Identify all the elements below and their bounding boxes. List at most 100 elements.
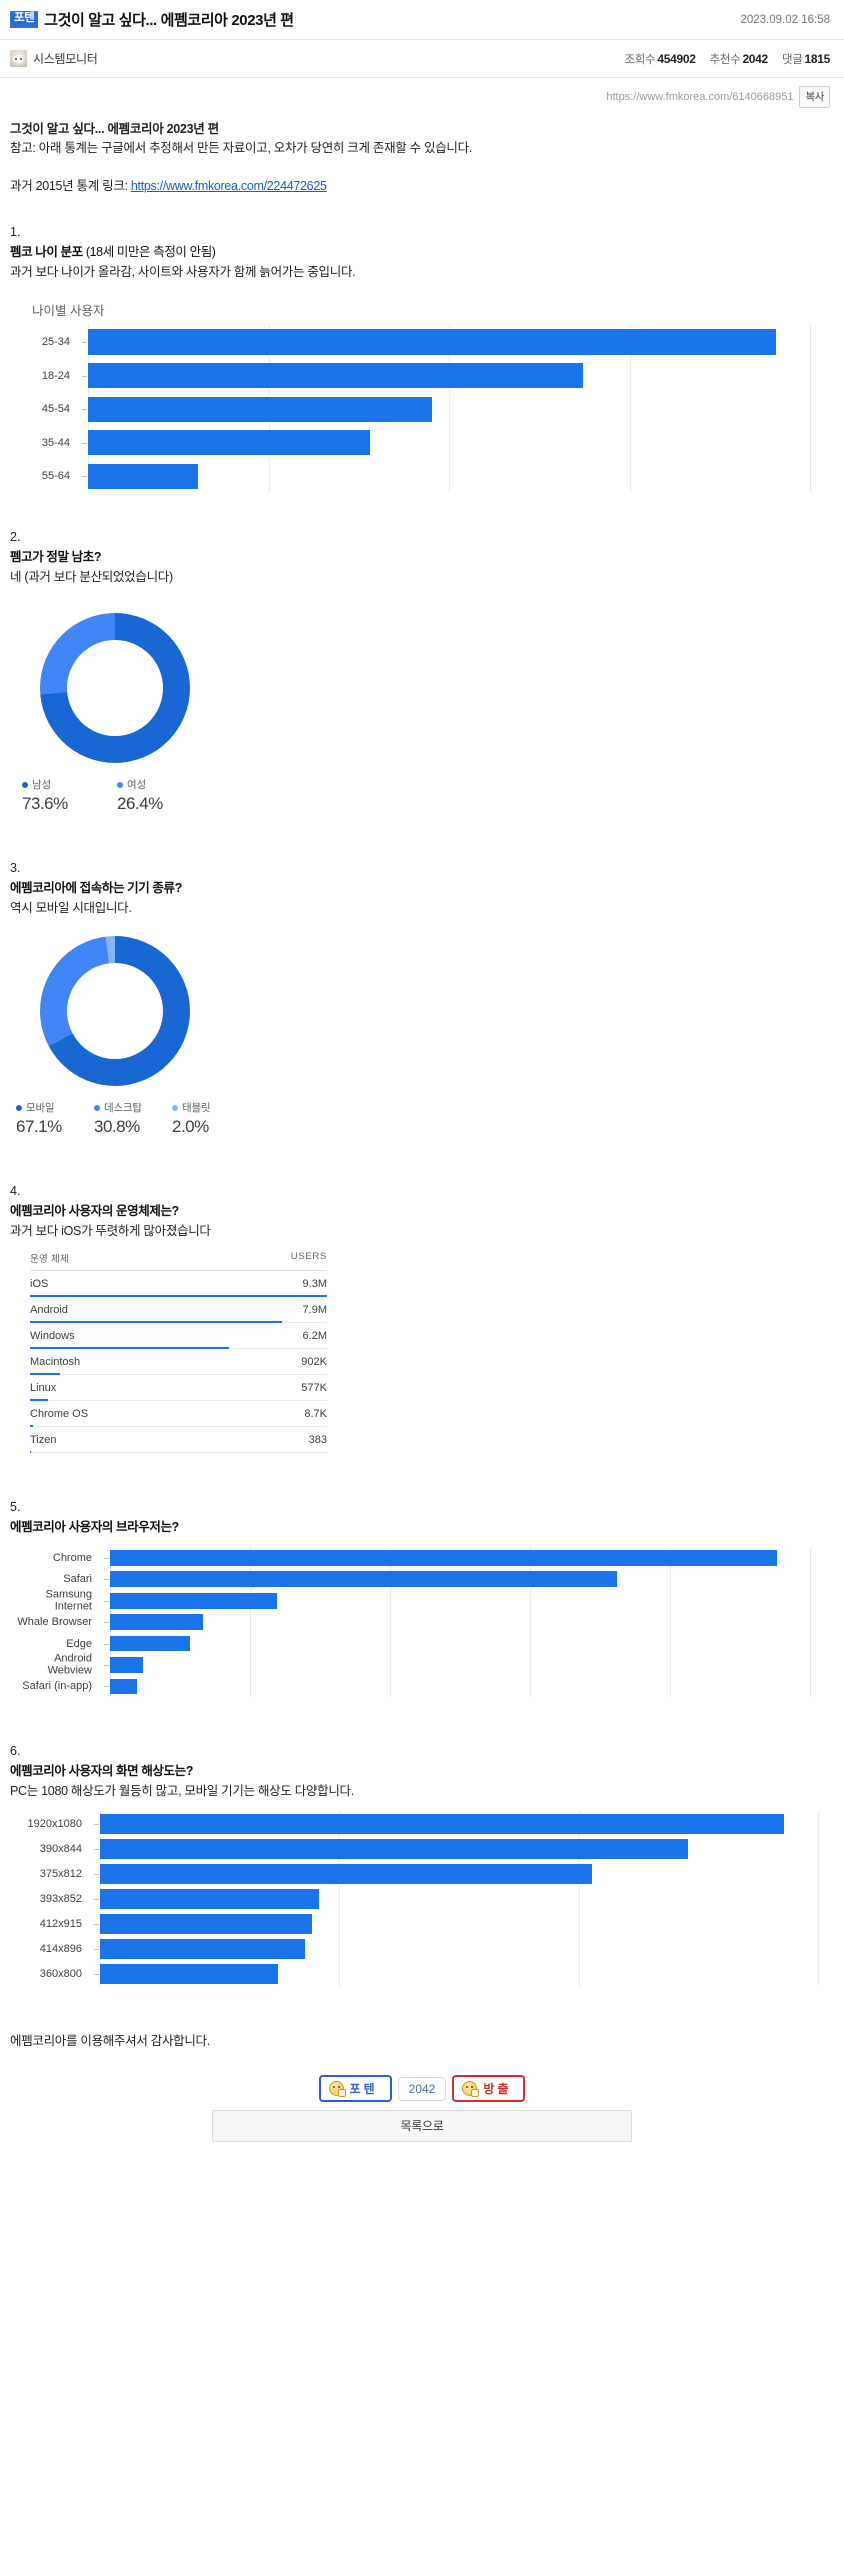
- page-title: 그것이 알고 싶다... 에펨코리아 2023년 편: [44, 12, 294, 29]
- legend-item: 여성 26.4%: [117, 777, 212, 814]
- axis-tick: [94, 1923, 99, 1925]
- author-block[interactable]: 시스템모니터: [10, 50, 98, 67]
- bar-label: 25-34: [41, 335, 70, 348]
- section-1-question-main: 펨코 나이 분포: [10, 245, 83, 260]
- section-2-comment: 네 (과거 보다 분산되었었습니다): [10, 570, 173, 585]
- bar: [110, 1592, 277, 1609]
- os-users: 7.9M: [302, 1303, 327, 1316]
- axis-tick: [94, 1898, 99, 1900]
- legend-item: 모바일 67.1%: [16, 1100, 94, 1137]
- axis-tick: [104, 1686, 109, 1688]
- section-5-number: 5.: [10, 1500, 21, 1515]
- legend-value: 2.0%: [172, 1117, 209, 1137]
- bar: [100, 1813, 784, 1834]
- stat-views-label: 조회수: [624, 53, 656, 66]
- section-3-comment: 역시 모바일 시대입니다.: [10, 901, 132, 916]
- stat-likes: 추천수 2042: [709, 51, 769, 67]
- bar: [88, 362, 584, 389]
- browser-chart-plot: Chrome Safari Samsung Internet Whale Browse…: [10, 1547, 834, 1698]
- hot-badge: 포텐: [10, 11, 39, 28]
- bar: [100, 1863, 593, 1884]
- downvote-button[interactable]: 방출: [452, 2075, 526, 2103]
- device-donut-ring: [40, 936, 190, 1087]
- legend-label: 남성: [32, 779, 51, 792]
- legend-label: 모바일: [26, 1102, 55, 1115]
- os-users: 902K: [301, 1355, 327, 1368]
- os-name: iOS: [30, 1277, 49, 1290]
- os-table-header: 운영 체제 USERS: [30, 1251, 327, 1272]
- bar: [110, 1635, 190, 1652]
- stat-comments-label: 댓글: [781, 53, 803, 66]
- legend-color-dot: [16, 1104, 22, 1111]
- legend-value: 30.8%: [94, 1117, 140, 1137]
- legend-color-dot: [172, 1104, 178, 1111]
- os-table: 운영 체제 USERS iOS 9.3M Android 7.9M Windows 6.2…: [30, 1251, 327, 1454]
- bar: [110, 1657, 144, 1673]
- axis-tick: [94, 1823, 99, 1825]
- copy-url-button[interactable]: 복사: [799, 86, 830, 108]
- table-row[interactable]: Macintosh 902K: [30, 1349, 327, 1376]
- axis-tick: [104, 1643, 109, 1645]
- os-name: Android: [30, 1303, 68, 1316]
- stat-views: 조회수 454902: [625, 51, 696, 67]
- os-name: Tizen: [30, 1433, 57, 1446]
- post-header: 포텐 그것이 알고 싶다... 에펨코리아 2023년 편 2023.09.02…: [0, 0, 844, 40]
- section-4-number: 4.: [10, 1184, 21, 1199]
- past-stats-link[interactable]: https://www.fmkorea.com/224472625: [131, 179, 327, 193]
- bar-label: Android Webview: [47, 1652, 92, 1677]
- section-1-question-suffix: (18세 미만은 측정이 안됨): [82, 245, 216, 260]
- os-name: Chrome OS: [30, 1407, 89, 1420]
- os-name: Linux: [30, 1381, 57, 1394]
- table-row[interactable]: iOS 9.3M: [30, 1271, 327, 1298]
- bar: [100, 1888, 319, 1909]
- author-name[interactable]: 시스템모니터: [33, 50, 98, 67]
- legend-value: 73.6%: [22, 794, 68, 814]
- section-6-comment: PC는 1080 해상도가 월등히 많고, 모바일 기기는 해상도 다양합니다.: [10, 1784, 354, 1799]
- bar: [88, 329, 776, 355]
- resolution-chart-bars: 1920x1080 390x844 375x812 393x852 412x915 414…: [28, 1811, 834, 1986]
- bar-label: 45-54: [41, 402, 70, 415]
- os-progress-bar: [30, 1451, 31, 1454]
- age-chart-bars: 25-34 18-24 45-54 35-44 55-64: [42, 325, 834, 493]
- os-table-col-name: 운영 체제: [30, 1254, 70, 1266]
- go-to-list-button[interactable]: 목록으로: [212, 2110, 632, 2143]
- bar-label: 393x852: [39, 1892, 82, 1905]
- stat-comments-value: 1815: [804, 51, 831, 66]
- post-url: https://www.fmkorea.com/6140668951: [606, 91, 794, 103]
- axis-tick: [94, 1948, 99, 1950]
- bar-label: 35-44: [41, 436, 70, 449]
- section-6-question: 에펨코리아 사용자의 화면 해상도는?: [10, 1764, 193, 1779]
- post-date: 2023.09.02 16:58: [740, 13, 830, 26]
- bar-label: 18-24: [41, 369, 70, 382]
- age-chart-title: 나이별 사용자: [32, 304, 105, 319]
- axis-tick: [94, 1973, 99, 1975]
- table-row[interactable]: Android 7.9M: [30, 1297, 327, 1324]
- upvote-button[interactable]: 포텐: [318, 2075, 392, 2103]
- stat-views-value: 454902: [657, 51, 696, 66]
- axis-tick: [104, 1664, 109, 1666]
- bar: [88, 396, 432, 422]
- gender-donut-ring: [40, 613, 190, 764]
- legend-color-dot: [22, 781, 28, 788]
- intro-link-prefix: 과거 2015년 통계 링크:: [10, 178, 131, 193]
- table-row[interactable]: Linux 577K: [30, 1375, 327, 1402]
- axis-tick: [94, 1848, 99, 1850]
- thanks-note: 에펨코리아를 이용해주셔서 감사합니다.: [10, 2034, 210, 2049]
- section-4-comment: 과거 보다 iOS가 뚜렷하게 많아졌습니다: [10, 1224, 211, 1239]
- os-name: Macintosh: [30, 1355, 81, 1368]
- stat-comments: 댓글 1815: [782, 51, 830, 67]
- bar-label: 360x800: [39, 1967, 82, 1980]
- table-row[interactable]: Windows 6.2M: [30, 1323, 327, 1350]
- stat-likes-label: 추천수: [709, 53, 741, 66]
- legend-label: 데스크탑: [104, 1102, 142, 1115]
- bar-label: 375x812: [39, 1867, 82, 1880]
- table-row[interactable]: Tizen 383: [30, 1427, 327, 1454]
- section-2-number: 2.: [10, 530, 21, 545]
- gender-donut-chart: 남성 73.6% 여성 26.4%: [10, 613, 834, 814]
- bar: [110, 1571, 617, 1588]
- post-meta-row: 시스템모니터 조회수 454902 추천수 2042 댓글 1815: [0, 40, 844, 78]
- os-users: 577K: [301, 1381, 327, 1394]
- section-3-number: 3.: [10, 861, 21, 876]
- table-row[interactable]: Chrome OS 8.7K: [30, 1401, 327, 1428]
- axis-tick: [82, 442, 87, 444]
